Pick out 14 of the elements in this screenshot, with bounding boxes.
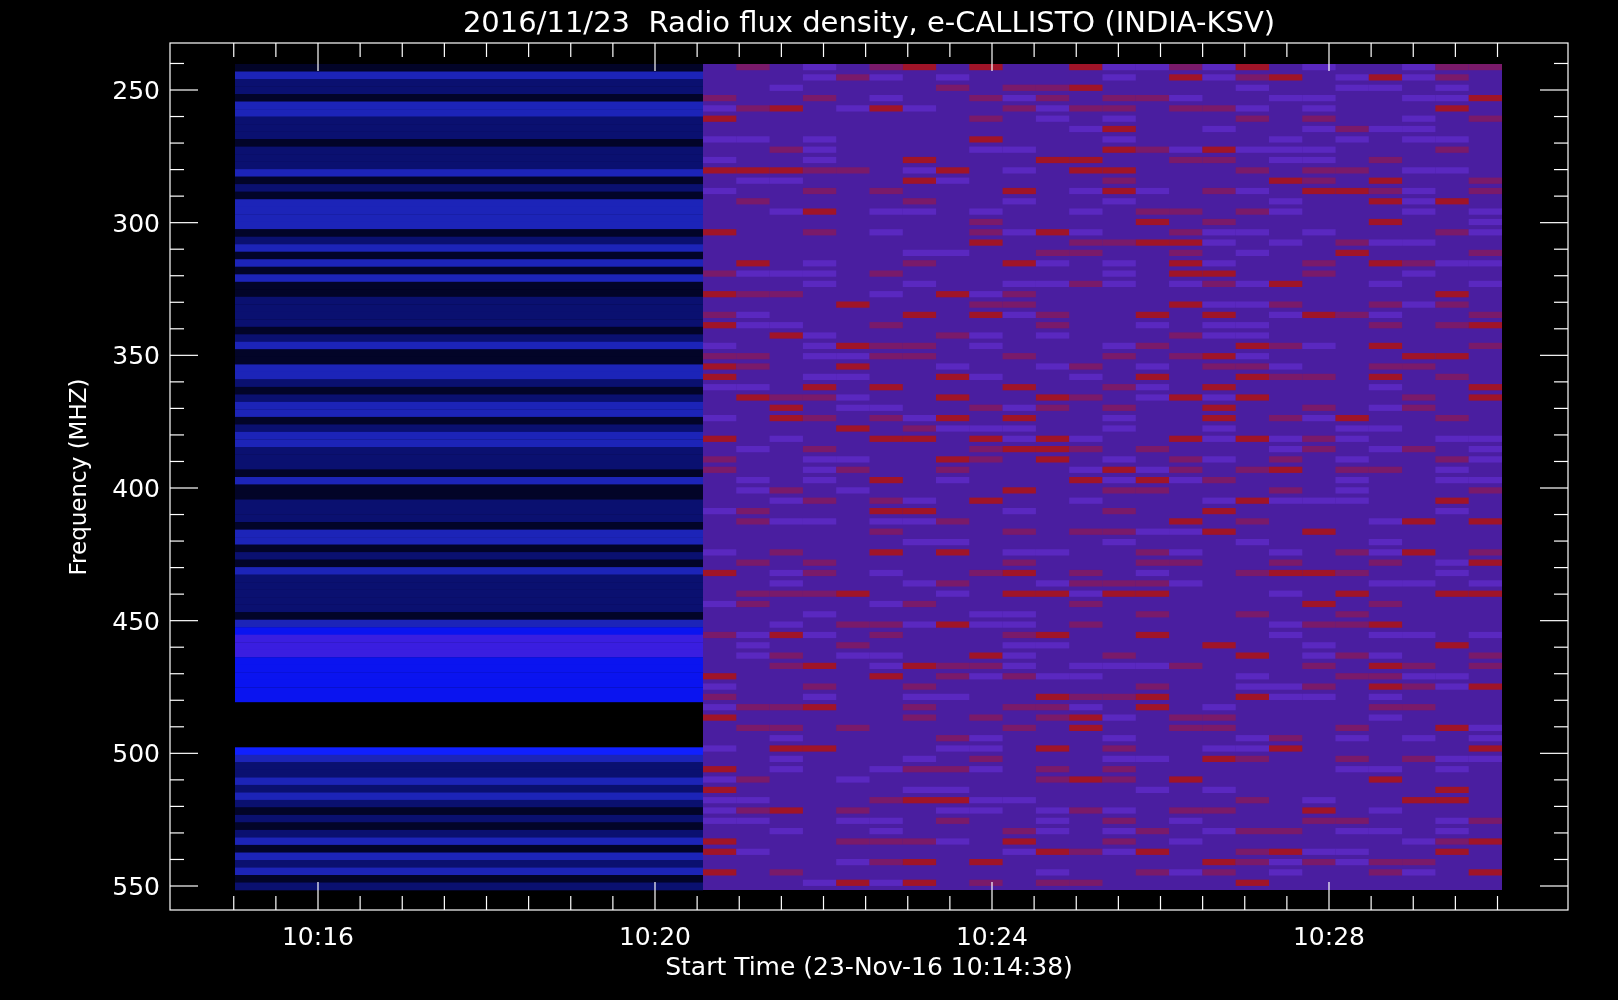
y-tick-label: 500 — [112, 739, 160, 769]
y-tick-label: 550 — [112, 872, 160, 901]
y-tick-label: 300 — [112, 208, 160, 238]
x-tick-label: 10:16 — [282, 922, 354, 951]
chart-title: 2016/11/23 Radio flux density, e-CALLISTO (INDIA-KSV) — [462, 5, 1276, 39]
y-tick-label: 250 — [112, 76, 160, 105]
y-tick-label: 350 — [112, 341, 160, 371]
y-tick-label: 400 — [112, 474, 160, 503]
x-axis-label: Start Time (23-Nov-16 10:14:38) — [665, 952, 1073, 981]
y-tick-label: 450 — [112, 606, 160, 636]
x-tick-label: 10:28 — [1293, 922, 1365, 951]
x-tick-label: 10:20 — [619, 922, 691, 951]
y-axis-label: Frequency (MHZ) — [65, 378, 91, 576]
x-tick-label: 10:24 — [956, 922, 1028, 951]
